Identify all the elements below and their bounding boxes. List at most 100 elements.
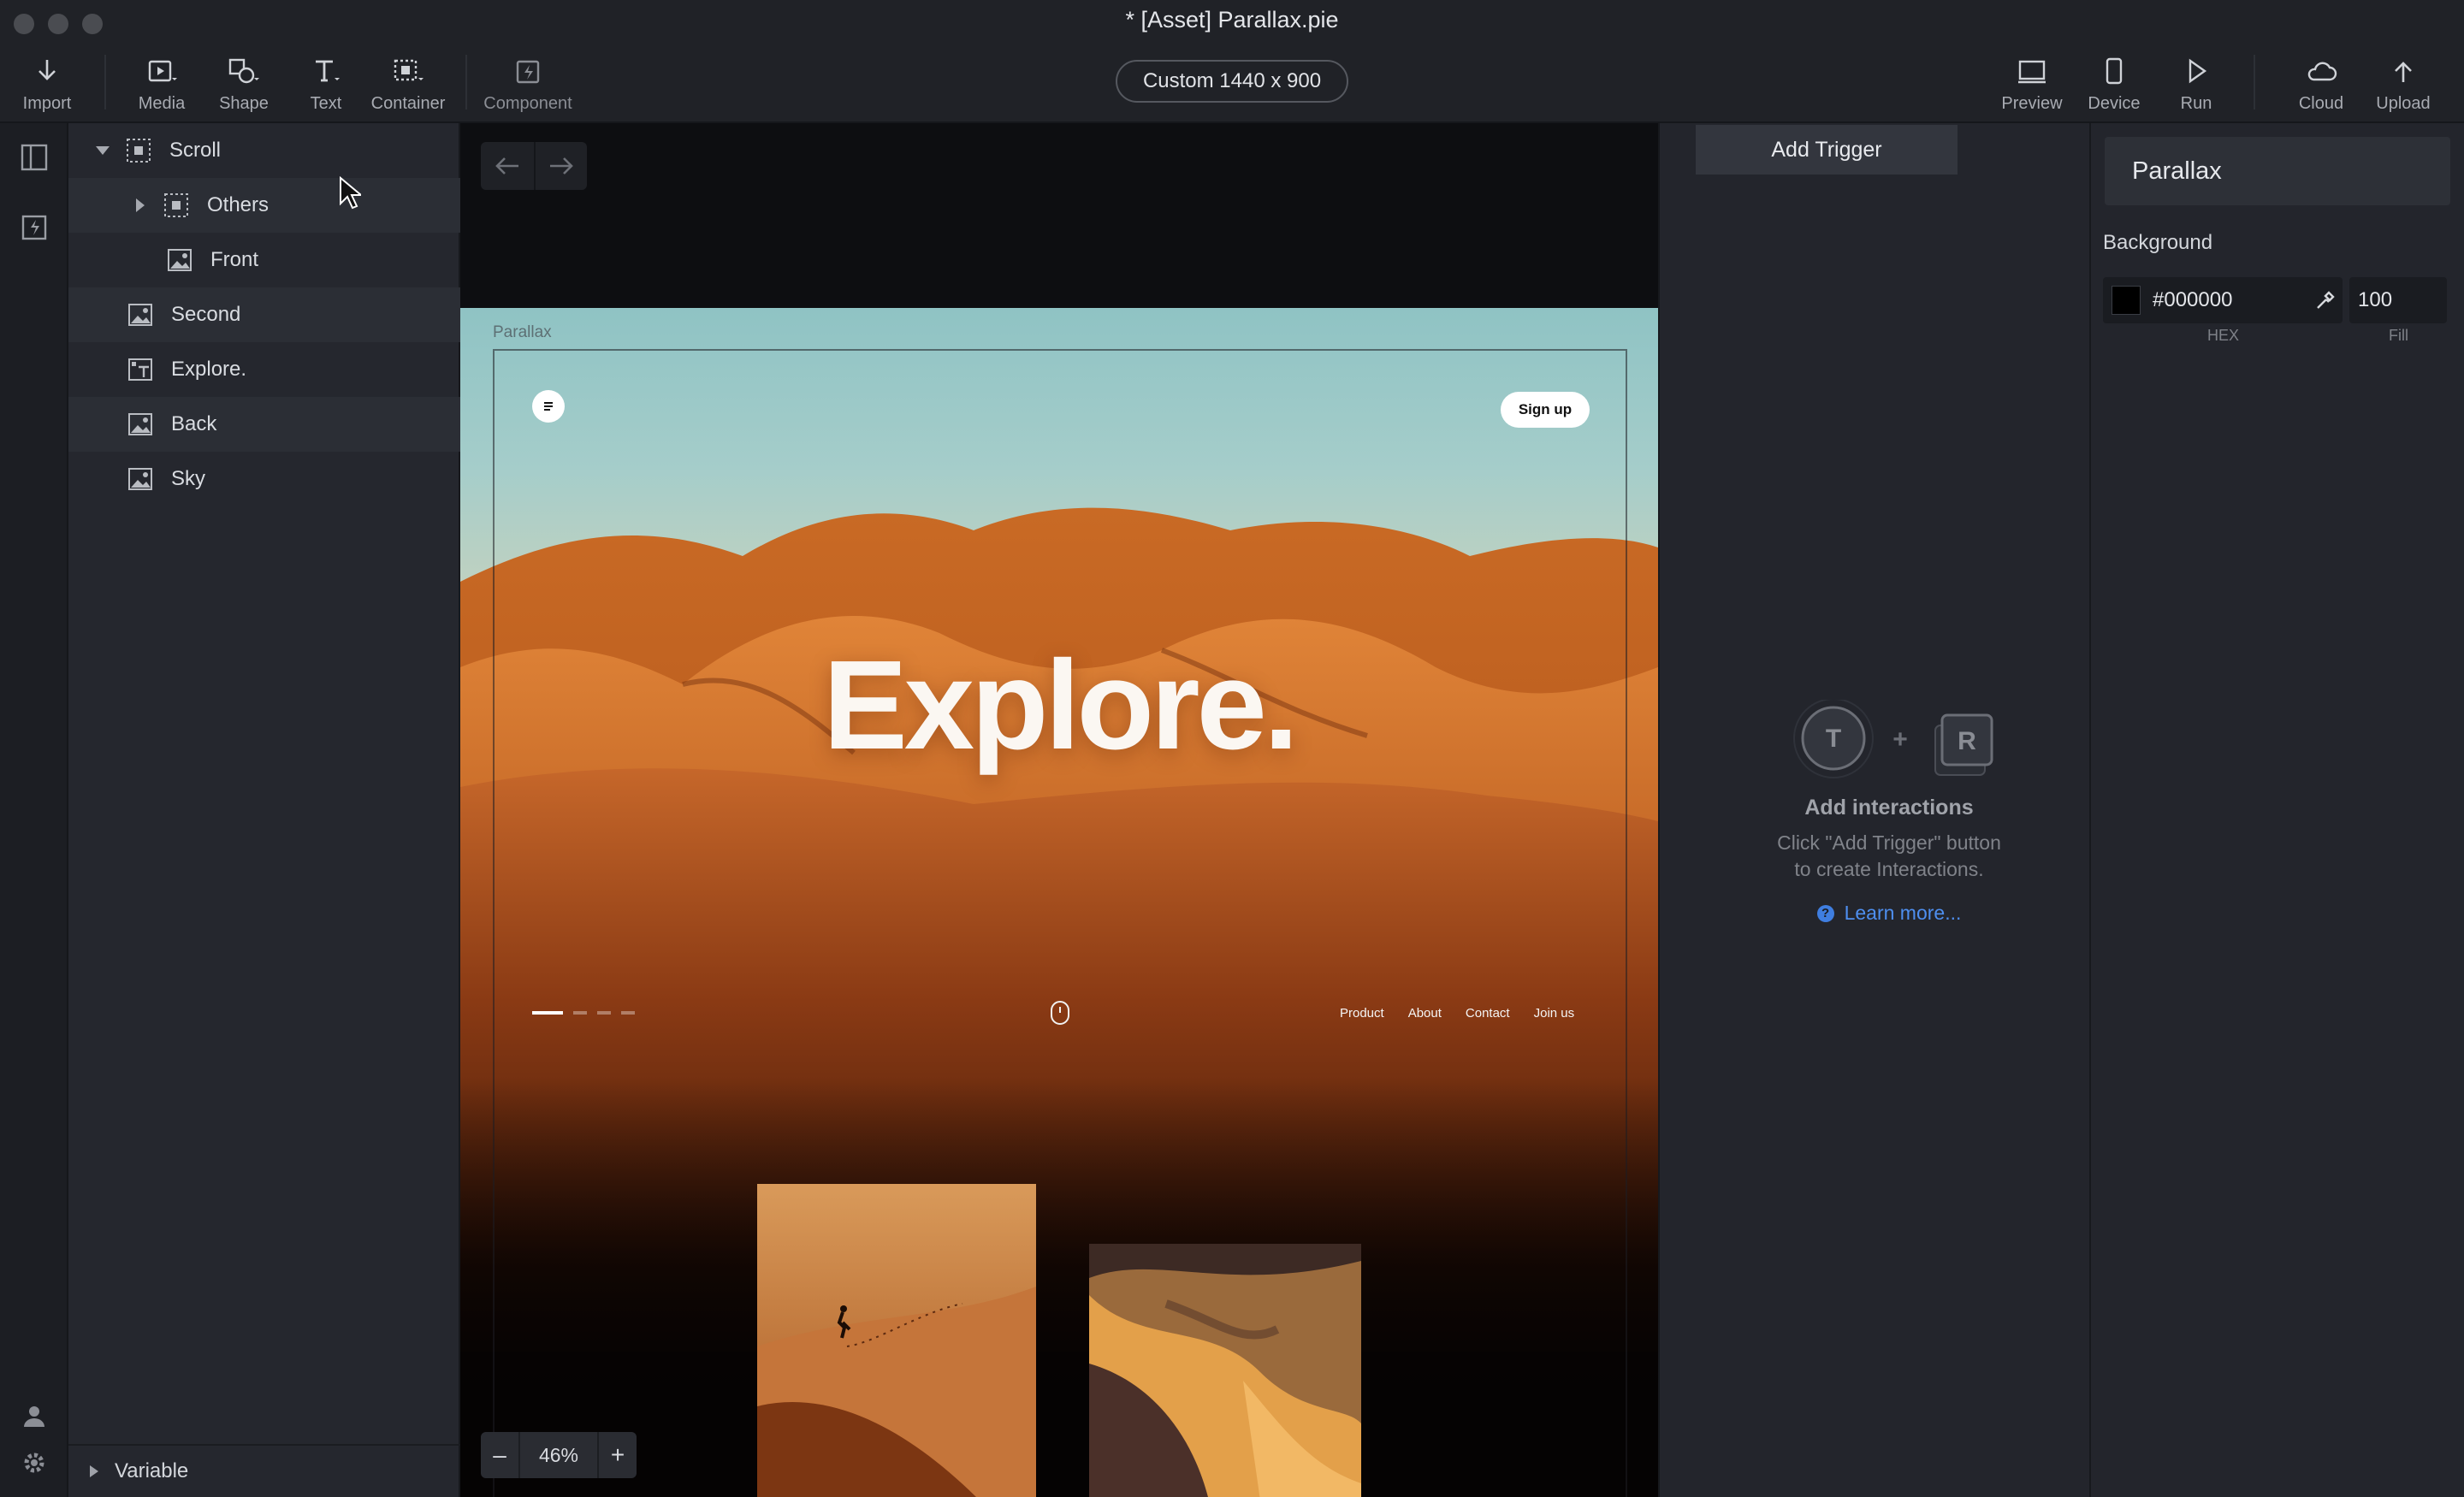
variable-label: Variable	[115, 1459, 189, 1482]
toolbar-divider	[104, 55, 106, 109]
container-icon	[127, 139, 151, 163]
plus-sign: +	[1892, 725, 1908, 754]
arrow-right-icon	[550, 157, 573, 175]
learn-more-link[interactable]: ? Learn more...	[1658, 902, 2120, 925]
add-trigger-button[interactable]: Add Trigger	[1696, 125, 1958, 175]
layer-explore[interactable]: Explore.	[68, 342, 460, 397]
expand-caret-icon	[90, 1465, 98, 1477]
fill-caption: Fill	[2389, 327, 2408, 344]
color-swatch[interactable]	[2112, 286, 2141, 315]
image-icon	[168, 249, 192, 271]
user-icon[interactable]	[17, 1399, 51, 1434]
layer-name-field[interactable]: Parallax	[2105, 137, 2450, 205]
run-label: Run	[2180, 94, 2212, 113]
image-icon	[128, 413, 152, 435]
nav-link-contact[interactable]: Contact	[1466, 1006, 1510, 1021]
container-icon	[394, 59, 424, 81]
artboard-parallax[interactable]: Parallax Sign up Explore. Product About …	[460, 308, 1658, 1497]
import-button[interactable]: Import	[0, 55, 94, 114]
help-icon: ?	[1816, 904, 1834, 922]
fill-opacity-field[interactable]: 100	[2349, 277, 2447, 323]
shape-button[interactable]: Shape	[197, 55, 291, 114]
toolbar-divider	[465, 55, 467, 109]
slide-indicator	[532, 1011, 635, 1015]
slide-dot[interactable]	[621, 1011, 635, 1015]
nav-link-join[interactable]: Join us	[1534, 1006, 1575, 1021]
artboard-frame	[493, 349, 1627, 1497]
layer-label: Back	[171, 412, 217, 435]
expand-caret-icon[interactable]	[92, 140, 113, 161]
component-icon	[516, 60, 540, 84]
components-panel-icon[interactable]	[17, 210, 51, 245]
container-button[interactable]: Container	[361, 55, 455, 114]
zoom-in-button[interactable]: +	[599, 1432, 637, 1478]
cloud-icon	[2307, 62, 2337, 81]
cloud-button[interactable]: Cloud	[2274, 55, 2368, 114]
zoom-control: – 46% +	[481, 1432, 637, 1478]
preview-label: Preview	[2001, 94, 2063, 113]
hamburger-menu-button[interactable]	[532, 390, 565, 423]
layer-label: Others	[207, 193, 270, 216]
eyedropper-button[interactable]	[2308, 283, 2343, 317]
upload-icon	[2395, 62, 2412, 82]
text-label: Text	[310, 94, 342, 113]
upload-button[interactable]: Upload	[2356, 55, 2450, 114]
device-button[interactable]: Device	[2067, 55, 2161, 114]
layer-scroll[interactable]: Scroll	[68, 123, 460, 178]
photo-dunes-aerial[interactable]	[1089, 1244, 1361, 1497]
trigger-letter: T	[1826, 725, 1841, 753]
slide-dot[interactable]	[573, 1011, 587, 1015]
arrow-left-icon	[495, 157, 518, 175]
hex-value[interactable]: #000000	[2153, 288, 2308, 312]
signup-button[interactable]: Sign up	[1501, 392, 1590, 428]
layer-label: Explore.	[171, 358, 247, 381]
slide-dot[interactable]	[597, 1011, 611, 1015]
zoom-level[interactable]: 46%	[518, 1432, 599, 1478]
menu-icon	[544, 402, 553, 411]
history-navigation	[481, 142, 587, 190]
zoom-out-button[interactable]: –	[481, 1432, 518, 1478]
layer-sky[interactable]: Sky	[68, 452, 460, 506]
variable-section-toggle[interactable]: Variable	[68, 1444, 460, 1497]
text-button[interactable]: Text	[279, 55, 373, 114]
layer-back[interactable]: Back	[68, 397, 460, 452]
image-icon	[128, 468, 152, 490]
scroll-mouse-icon	[1051, 1001, 1069, 1025]
device-label: Device	[2088, 94, 2141, 113]
component-label: Component	[483, 94, 572, 113]
forward-button[interactable]	[534, 142, 587, 190]
artboard-label: Parallax	[493, 323, 552, 341]
upload-label: Upload	[2376, 94, 2431, 113]
shape-label: Shape	[219, 94, 269, 113]
layer-label: Front	[210, 248, 259, 271]
layer-label: Scroll	[169, 139, 222, 162]
layer-others[interactable]: Others	[68, 178, 460, 233]
layers-panel-icon[interactable]	[17, 140, 51, 175]
text-icon	[316, 60, 340, 82]
eyedropper-icon	[2317, 291, 2335, 309]
settings-gear-icon[interactable]	[17, 1446, 51, 1480]
trigger-response-illustration: T + R	[1793, 700, 1993, 778]
expand-caret-icon[interactable]	[130, 195, 151, 216]
back-button[interactable]	[481, 142, 534, 190]
layer-second[interactable]: Second	[68, 287, 460, 342]
description-line: Click "Add Trigger" button	[1777, 831, 2001, 854]
slide-dot-active[interactable]	[532, 1011, 563, 1015]
photo-desert-walker[interactable]	[757, 1184, 1036, 1497]
background-color-field[interactable]: #000000	[2103, 277, 2343, 323]
run-button[interactable]: Run	[2149, 55, 2243, 114]
play-icon	[2189, 58, 2207, 84]
device-icon	[2106, 57, 2123, 85]
layer-label: Second	[171, 303, 241, 326]
component-button[interactable]: Component	[481, 55, 575, 114]
canvas-size-selector[interactable]: Custom 1440 x 900	[1116, 60, 1348, 103]
preview-icon	[2018, 60, 2046, 84]
hero-headline[interactable]: Explore.	[460, 633, 1658, 778]
layer-front[interactable]: Front	[68, 233, 460, 287]
nav-link-about[interactable]: About	[1408, 1006, 1442, 1021]
response-letter: R	[1958, 727, 1976, 755]
preview-button[interactable]: Preview	[1985, 55, 2079, 114]
media-button[interactable]: Media	[115, 55, 209, 114]
container-icon	[164, 193, 188, 217]
nav-link-product[interactable]: Product	[1340, 1006, 1384, 1021]
